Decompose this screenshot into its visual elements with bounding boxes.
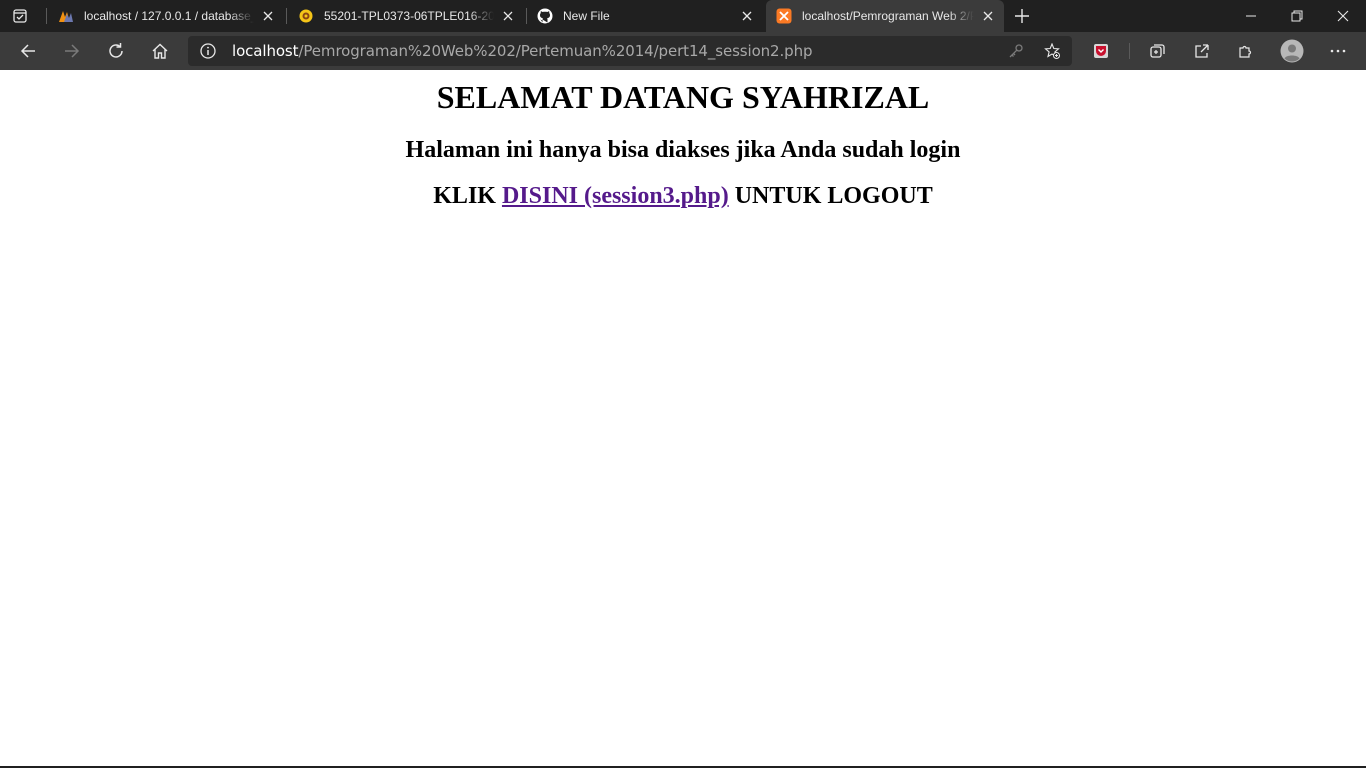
github-icon	[537, 8, 553, 24]
add-favorite-icon[interactable]	[1044, 43, 1060, 59]
close-icon[interactable]	[978, 6, 998, 26]
pocket-extension-icon	[1094, 44, 1108, 58]
restore-icon	[1291, 10, 1303, 22]
tab-title: localhost/Pemrograman Web 2/P	[802, 9, 974, 23]
login-notice: Halaman ini hanya bisa diakses jika Anda…	[405, 137, 961, 163]
browser-window: localhost / 127.0.0.1 / database_a 55201…	[0, 0, 1366, 768]
minimize-icon	[1246, 15, 1256, 17]
logout-instruction: KLIK DISINI (session3.php) UNTUK LOGOUT	[0, 182, 1366, 210]
site-info-icon[interactable]	[200, 43, 216, 59]
plus-icon	[1015, 9, 1029, 23]
close-icon[interactable]	[737, 6, 757, 26]
tab-github-new-file[interactable]: New File	[527, 0, 763, 32]
close-icon[interactable]	[498, 6, 518, 26]
university-logo-icon	[298, 8, 314, 24]
puzzle-icon	[1239, 45, 1252, 58]
url-path: /Pemrograman%20Web%202/Pertemuan%2014/pe…	[298, 42, 813, 60]
logout-prefix: KLIK	[433, 183, 502, 209]
toolbar-divider	[1129, 43, 1130, 59]
home-icon	[152, 43, 168, 59]
page-content: SELAMAT DATANG SYAHRIZAL Halaman ini han…	[0, 70, 1366, 766]
close-window-icon	[1337, 10, 1349, 22]
minimize-button[interactable]	[1228, 0, 1274, 32]
logout-link[interactable]: DISINI (session3.php)	[502, 183, 729, 209]
phpmyadmin-icon	[58, 8, 74, 24]
restore-button[interactable]	[1274, 0, 1320, 32]
key-icon[interactable]	[1008, 43, 1024, 59]
url-host: localhost	[232, 42, 299, 60]
forward-arrow-icon	[65, 44, 80, 58]
logout-suffix: UNTUK LOGOUT	[728, 183, 933, 209]
collections-button[interactable]	[1142, 35, 1174, 67]
refresh-button[interactable]	[100, 35, 132, 67]
navigation-toolbar: localhost/Pemrograman%20Web%202/Pertemua…	[0, 32, 1366, 70]
close-icon[interactable]	[258, 6, 278, 26]
tab-strip: localhost / 127.0.0.1 / database_a 55201…	[0, 0, 1366, 32]
avatar-icon	[1280, 39, 1304, 63]
tab-title: New File	[563, 9, 610, 23]
forward-button[interactable]	[56, 35, 88, 67]
back-arrow-icon	[20, 44, 35, 58]
tab-phpmyadmin[interactable]: localhost / 127.0.0.1 / database_a	[48, 0, 284, 32]
collections-icon	[1150, 44, 1165, 58]
settings-menu-button[interactable]	[1322, 35, 1354, 67]
url-text[interactable]: localhost/Pemrograman%20Web%202/Pertemua…	[232, 42, 813, 60]
tab-actions-icon[interactable]	[8, 6, 32, 26]
tab-title: localhost / 127.0.0.1 / database_a	[84, 9, 254, 23]
tab-separator	[286, 8, 287, 24]
more-icon	[1330, 49, 1346, 53]
share-icon	[1195, 44, 1209, 58]
address-bar[interactable]: localhost/Pemrograman%20Web%202/Pertemua…	[188, 36, 1072, 66]
home-button[interactable]	[144, 35, 176, 67]
share-button[interactable]	[1186, 35, 1218, 67]
back-button[interactable]	[12, 35, 44, 67]
profile-button[interactable]	[1276, 35, 1308, 67]
new-tab-button[interactable]	[1010, 4, 1034, 28]
refresh-icon	[109, 43, 123, 58]
tab-title: 55201-TPL0373-06TPLE016-2020	[324, 9, 494, 23]
tab-separator	[46, 8, 47, 24]
extension-button[interactable]	[1085, 35, 1117, 67]
extensions-button[interactable]	[1230, 35, 1262, 67]
tab-active-localhost[interactable]: localhost/Pemrograman Web 2/P	[766, 0, 1004, 32]
close-window-button[interactable]	[1320, 0, 1366, 32]
welcome-heading: SELAMAT DATANG SYAHRIZAL	[436, 79, 930, 115]
xampp-icon	[776, 8, 792, 24]
tab-university[interactable]: 55201-TPL0373-06TPLE016-2020	[288, 0, 524, 32]
